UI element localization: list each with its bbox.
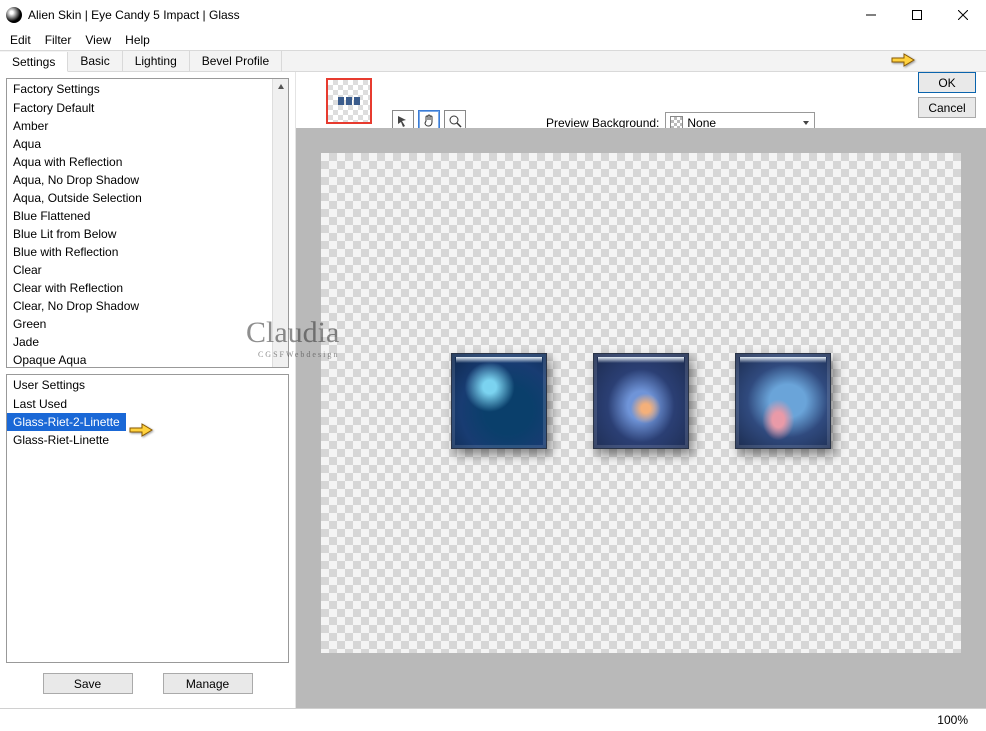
tab-basic[interactable]: Basic	[68, 51, 122, 71]
settings-button-row: Save Manage	[6, 669, 289, 702]
preview-object	[735, 353, 831, 449]
list-item[interactable]: Clear with Reflection	[7, 279, 288, 297]
minimize-button[interactable]	[848, 0, 894, 30]
menu-filter[interactable]: Filter	[45, 33, 72, 47]
cancel-button[interactable]: Cancel	[918, 97, 976, 118]
list-item[interactable]: Aqua, No Drop Shadow	[7, 171, 288, 189]
list-item[interactable]: Glass-Riet-Linette	[7, 431, 288, 449]
preview-object	[593, 353, 689, 449]
window-controls	[848, 0, 986, 30]
statusbar: 100%	[0, 708, 986, 730]
factory-settings-list[interactable]: Factory Settings Factory Default Amber A…	[6, 78, 289, 368]
tab-lighting[interactable]: Lighting	[123, 51, 190, 71]
titlebar: Alien Skin | Eye Candy 5 Impact | Glass	[0, 0, 986, 30]
tab-settings[interactable]: Settings	[0, 52, 68, 72]
settings-sidebar: Factory Settings Factory Default Amber A…	[0, 72, 296, 708]
chevron-down-icon	[802, 119, 810, 127]
list-item[interactable]: Blue Flattened	[7, 207, 288, 225]
user-settings-header: User Settings	[7, 375, 288, 395]
list-item[interactable]: Aqua with Reflection	[7, 153, 288, 171]
list-item[interactable]: Factory Default	[7, 99, 288, 117]
list-item[interactable]: Blue with Reflection	[7, 243, 288, 261]
preview-object	[451, 353, 547, 449]
menu-view[interactable]: View	[85, 33, 111, 47]
list-item[interactable]: Amber	[7, 117, 288, 135]
ok-button[interactable]: OK	[918, 72, 976, 93]
user-settings-list[interactable]: User Settings Last Used Glass-Riet-2-Lin…	[6, 374, 289, 664]
list-item[interactable]: Jade	[7, 333, 288, 351]
list-item[interactable]: Last Used	[7, 395, 288, 413]
preview-canvas[interactable]	[321, 153, 961, 653]
list-item[interactable]: Aqua	[7, 135, 288, 153]
window-title: Alien Skin | Eye Candy 5 Impact | Glass	[28, 8, 848, 22]
close-button[interactable]	[940, 0, 986, 30]
manage-button[interactable]: Manage	[163, 673, 253, 694]
zoom-level: 100%	[937, 713, 968, 727]
tab-strip: Settings Basic Lighting Bevel Profile	[0, 50, 986, 72]
maximize-button[interactable]	[894, 0, 940, 30]
menu-edit[interactable]: Edit	[10, 33, 31, 47]
list-item[interactable]: Aqua, Outside Selection	[7, 189, 288, 207]
preview-canvas-wrap	[296, 128, 986, 708]
layer-thumbnail[interactable]	[326, 78, 372, 124]
list-item[interactable]: Blue Lit from Below	[7, 225, 288, 243]
list-item[interactable]: Clear, No Drop Shadow	[7, 297, 288, 315]
preview-toolbar: Preview Background: None	[296, 72, 986, 128]
save-button[interactable]: Save	[43, 673, 133, 694]
menu-help[interactable]: Help	[125, 33, 150, 47]
factory-settings-header: Factory Settings	[7, 79, 288, 99]
main-area: OK Cancel Preview Background:	[296, 72, 986, 708]
list-item-selected[interactable]: Glass-Riet-2-Linette	[7, 413, 126, 431]
list-item[interactable]: Clear	[7, 261, 288, 279]
menubar: Edit Filter View Help	[0, 30, 986, 50]
list-item[interactable]: Opaque Aqua	[7, 351, 288, 368]
scroll-up-icon[interactable]	[275, 83, 287, 89]
tab-bevel-profile[interactable]: Bevel Profile	[190, 51, 282, 71]
app-icon	[6, 7, 22, 23]
scrollbar[interactable]	[272, 79, 288, 367]
dialog-buttons: OK Cancel	[918, 72, 976, 118]
list-item[interactable]: Green	[7, 315, 288, 333]
thumbnail-dots-icon	[338, 97, 360, 105]
